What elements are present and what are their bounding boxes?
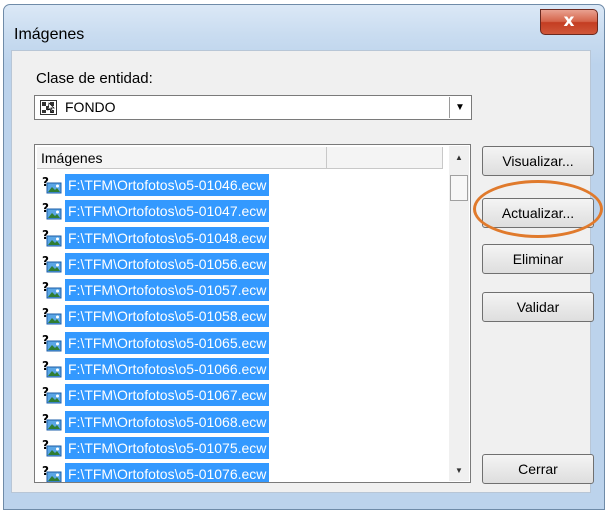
vertical-scrollbar[interactable]: ▲ ▼ [449, 146, 469, 481]
list-item[interactable]: ? F:\TFM\Ortofotos\o5-01056.ecw [41, 251, 323, 277]
svg-text:?: ? [42, 412, 49, 426]
list-item-label: F:\TFM\Ortofotos\o5-01068.ecw [65, 410, 270, 433]
chevron-down-icon[interactable]: ▼ [449, 97, 470, 118]
unknown-image-icon: ? [41, 306, 63, 326]
visualizar-button[interactable]: Visualizar... [482, 146, 594, 176]
list-item[interactable]: ? F:\TFM\Ortofotos\o5-01075.ecw [41, 435, 323, 461]
list-item-label: F:\TFM\Ortofotos\o5-01058.ecw [65, 305, 270, 328]
svg-text:?: ? [42, 438, 49, 452]
svg-text:?: ? [42, 333, 49, 347]
list-item[interactable]: ? F:\TFM\Ortofotos\o5-01046.ecw [41, 172, 323, 198]
column-header-empty[interactable] [327, 147, 443, 169]
list-item-label: F:\TFM\Ortofotos\o5-01066.ecw [65, 358, 270, 381]
eliminar-button[interactable]: Eliminar [482, 244, 594, 274]
svg-text:?: ? [42, 359, 49, 373]
layer-icon [40, 100, 57, 115]
list-item-label: F:\TFM\Ortofotos\o5-01047.ecw [65, 200, 270, 223]
images-list[interactable]: Imágenes ? F:\TFM\Ortofotos\o5-01046.ecw?… [34, 144, 471, 483]
list-item-label: F:\TFM\Ortofotos\o5-01065.ecw [65, 331, 270, 354]
list-item[interactable]: ? F:\TFM\Ortofotos\o5-01076.ecw [41, 461, 323, 482]
list-rows: ? F:\TFM\Ortofotos\o5-01046.ecw? F:\TFM\Or… [41, 172, 323, 482]
scroll-down-arrow-icon[interactable]: ▼ [449, 461, 469, 481]
list-item-label: F:\TFM\Ortofotos\o5-01046.ecw [65, 174, 270, 196]
list-item[interactable]: ? F:\TFM\Ortofotos\o5-01057.ecw [41, 277, 323, 303]
close-button[interactable]: x [540, 9, 598, 35]
unknown-image-icon: ? [41, 280, 63, 300]
unknown-image-icon: ? [41, 359, 63, 379]
list-header: Imágenes [37, 147, 445, 169]
unknown-image-icon: ? [41, 464, 63, 482]
unknown-image-icon: ? [41, 175, 63, 195]
unknown-image-icon: ? [41, 201, 63, 221]
unknown-image-icon: ? [41, 228, 63, 248]
list-item[interactable]: ? F:\TFM\Ortofotos\o5-01068.ecw [41, 409, 323, 435]
unknown-image-icon: ? [41, 412, 63, 432]
list-item[interactable]: ? F:\TFM\Ortofotos\o5-01058.ecw [41, 303, 323, 329]
annotation-highlight-ring [473, 180, 603, 238]
list-item-label: F:\TFM\Ortofotos\o5-01048.ecw [65, 226, 270, 249]
list-item-label: F:\TFM\Ortofotos\o5-01067.ecw [65, 384, 270, 407]
list-item[interactable]: ? F:\TFM\Ortofotos\o5-01047.ecw [41, 198, 323, 224]
list-item[interactable]: ? F:\TFM\Ortofotos\o5-01067.ecw [41, 382, 323, 408]
list-item-label: F:\TFM\Ortofotos\o5-01075.ecw [65, 436, 270, 459]
svg-text:?: ? [42, 175, 49, 189]
svg-text:?: ? [42, 201, 49, 215]
svg-text:?: ? [42, 385, 49, 399]
scroll-up-arrow-icon[interactable]: ▲ [449, 148, 469, 168]
list-item-label: F:\TFM\Ortofotos\o5-01076.ecw [65, 463, 270, 482]
entity-class-value: FONDO [65, 99, 116, 115]
unknown-image-icon: ? [41, 385, 63, 405]
entity-class-label: Clase de entidad: [36, 70, 153, 87]
svg-text:?: ? [42, 254, 49, 268]
svg-text:?: ? [42, 280, 49, 294]
unknown-image-icon: ? [41, 333, 63, 353]
unknown-image-icon: ? [41, 254, 63, 274]
column-header-images[interactable]: Imágenes [37, 147, 327, 169]
list-item[interactable]: ? F:\TFM\Ortofotos\o5-01065.ecw [41, 330, 323, 356]
cerrar-button[interactable]: Cerrar [482, 454, 594, 484]
svg-text:?: ? [42, 464, 49, 478]
svg-text:?: ? [42, 228, 49, 242]
validar-button[interactable]: Validar [482, 292, 594, 322]
entity-class-dropdown[interactable]: FONDO ▼ [34, 95, 472, 120]
list-item-label: F:\TFM\Ortofotos\o5-01057.ecw [65, 279, 270, 302]
unknown-image-icon: ? [41, 438, 63, 458]
window-title: Imágenes [14, 26, 85, 43]
list-item-label: F:\TFM\Ortofotos\o5-01056.ecw [65, 252, 270, 275]
scroll-thumb[interactable] [450, 175, 468, 201]
list-item[interactable]: ? F:\TFM\Ortofotos\o5-01066.ecw [41, 356, 323, 382]
svg-text:?: ? [42, 306, 49, 320]
list-item[interactable]: ? F:\TFM\Ortofotos\o5-01048.ecw [41, 225, 323, 251]
